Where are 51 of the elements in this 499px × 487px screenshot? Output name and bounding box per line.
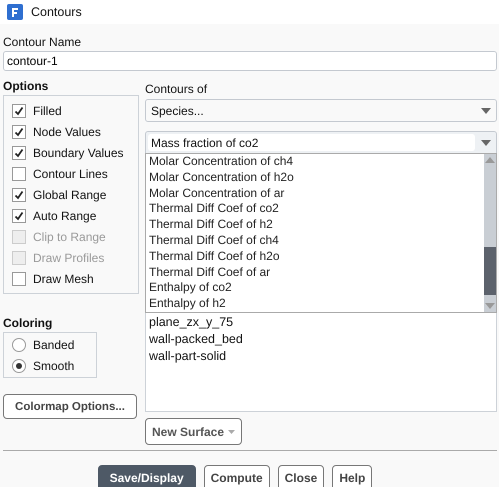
dropdown-option[interactable]: Thermal Diff Coef of h2 bbox=[149, 217, 484, 233]
section-title: Coloring bbox=[3, 316, 54, 330]
radio-label: Banded bbox=[33, 338, 74, 352]
field-dropdown[interactable]: Mass fraction of co2 bbox=[145, 131, 497, 154]
window-title: Contours bbox=[31, 5, 82, 19]
checkbox-label: Draw Profiles bbox=[33, 250, 104, 264]
checkbox-label: Contour Lines bbox=[33, 166, 108, 180]
dropdown-option[interactable]: Enthalpy of h2 bbox=[149, 296, 484, 312]
dropdown-option[interactable]: Thermal Diff Coef of ch4 bbox=[149, 232, 484, 249]
radio-label: Smooth bbox=[33, 358, 74, 372]
dropdown-arrow-icon bbox=[481, 108, 491, 114]
dialog-button[interactable]: Save/Display bbox=[98, 465, 196, 487]
dropdown-option[interactable]: Molar Concentration of h2o bbox=[149, 170, 484, 186]
dialog-button[interactable]: Close bbox=[278, 465, 324, 487]
checkbox-label: Draw Mesh bbox=[33, 272, 94, 286]
checkbox[interactable] bbox=[12, 188, 26, 202]
dropdown-option[interactable]: Thermal Diff Coef of co2 bbox=[149, 201, 484, 218]
checkbox-label: Node Values bbox=[33, 124, 101, 138]
radio-button[interactable] bbox=[12, 338, 26, 352]
dialog-button[interactable]: Compute bbox=[204, 465, 270, 487]
checkbox[interactable] bbox=[12, 272, 26, 286]
dropdown-option[interactable]: Thermal Diff Coef of ar bbox=[149, 264, 484, 280]
new-surface-button[interactable]: New Surface bbox=[145, 418, 242, 445]
surface-item[interactable]: wall-packed_bed bbox=[149, 331, 493, 348]
field-label: Contour Name bbox=[3, 35, 82, 49]
surface-item[interactable]: plane_zx_y_75 bbox=[149, 314, 493, 331]
colormap-options-button[interactable]: Colormap Options... bbox=[3, 394, 137, 419]
checkbox-label: Auto Range bbox=[33, 208, 96, 222]
category-dropdown[interactable]: Species... bbox=[145, 99, 497, 122]
dropdown-option[interactable]: Thermal Diff Coef of h2o bbox=[149, 248, 484, 265]
checkbox-label: Global Range bbox=[33, 188, 106, 202]
dialog-button[interactable]: Help bbox=[332, 465, 372, 487]
app-logo-icon bbox=[7, 4, 23, 20]
checkbox[interactable] bbox=[12, 104, 26, 118]
contour-name-field[interactable]: contour-1 bbox=[3, 51, 497, 71]
radio-button[interactable] bbox=[12, 358, 26, 372]
dropdown-arrow-icon bbox=[481, 140, 491, 146]
checkbox[interactable] bbox=[12, 166, 26, 180]
section-title: Options bbox=[3, 79, 50, 93]
dropdown-option[interactable]: Molar Concentration of ch4 bbox=[149, 154, 484, 170]
field-label: Contours of bbox=[145, 82, 208, 96]
checkbox-label: Filled bbox=[33, 104, 62, 118]
checkbox-label: Clip to Range bbox=[33, 230, 106, 244]
caret-icon bbox=[228, 430, 236, 434]
checkbox-label: Boundary Values bbox=[33, 146, 124, 160]
dropdown-option[interactable]: Enthalpy of co2 bbox=[149, 280, 484, 296]
checkbox[interactable] bbox=[12, 124, 26, 138]
dropdown-option[interactable]: Molar Concentration of ar bbox=[149, 186, 484, 202]
surface-item[interactable]: wall-part-solid bbox=[149, 348, 493, 365]
checkbox[interactable] bbox=[12, 208, 26, 222]
checkbox[interactable] bbox=[12, 146, 26, 160]
